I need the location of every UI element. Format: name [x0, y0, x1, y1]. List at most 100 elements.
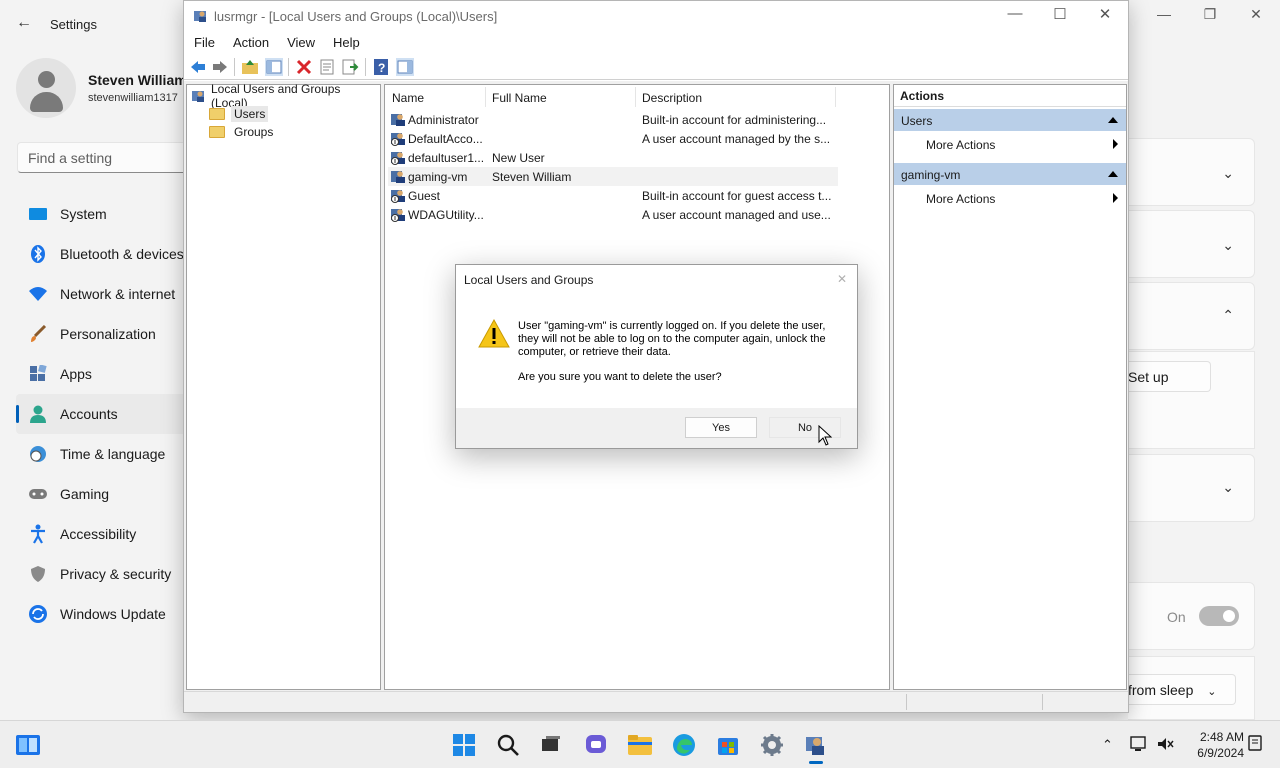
toggle-switch[interactable]	[1199, 606, 1239, 626]
settings-card[interactable]: ⌄	[1128, 210, 1255, 278]
properties-icon[interactable]	[318, 58, 336, 76]
actions-section-users[interactable]: Users	[894, 109, 1126, 131]
delete-user-dialog: Local Users and Groups ✕ User "gaming-vm…	[455, 264, 858, 449]
actions-section-gaming-vm[interactable]: gaming-vm	[894, 163, 1126, 185]
search-placeholder: Find a setting	[28, 150, 113, 166]
table-row[interactable]: DefaultAcco... A user account managed by…	[388, 129, 838, 148]
close-icon[interactable]: ✕	[1246, 6, 1266, 26]
collapse-up-icon[interactable]	[1108, 171, 1118, 177]
nav-item-bluetooth[interactable]: Bluetooth & devices	[16, 234, 186, 274]
clock[interactable]: 2:48 AM 6/9/2024	[1182, 729, 1244, 761]
maximize-icon[interactable]: ☐	[1045, 5, 1075, 27]
chevron-down-icon: ⌄	[1222, 165, 1234, 181]
more-actions-users[interactable]: More Actions	[894, 134, 1126, 154]
svg-text:?: ?	[378, 61, 385, 75]
table-row[interactable]: Administrator Built-in account for admin…	[388, 110, 838, 129]
user-disabled-icon	[391, 152, 405, 165]
table-row[interactable]: WDAGUtility... A user account managed an…	[388, 205, 838, 224]
table-row-selected[interactable]: gaming-vm Steven William	[388, 167, 838, 186]
chevron-up-icon: ⌃	[1222, 307, 1234, 323]
cell-description: Built-in account for administering...	[642, 113, 827, 127]
delete-icon[interactable]	[295, 58, 313, 76]
table-row[interactable]: defaultuser1... New User	[388, 148, 838, 167]
collapse-up-icon[interactable]	[1108, 117, 1118, 123]
close-icon[interactable]: ✕	[837, 272, 847, 286]
nav-item-apps[interactable]: Apps	[16, 354, 186, 394]
notification-icon[interactable]	[1248, 735, 1262, 753]
settings-card[interactable]: ⌄	[1128, 138, 1255, 206]
search-icon[interactable]	[492, 729, 524, 761]
table-row[interactable]: Guest Built-in account for guest access …	[388, 186, 838, 205]
more-actions-gaming-vm[interactable]: More Actions	[894, 188, 1126, 208]
nav-item-accounts[interactable]: Accounts	[16, 394, 186, 434]
back-arrow-icon[interactable]	[189, 58, 207, 76]
widgets-icon[interactable]	[12, 729, 44, 761]
nav-item-personalization[interactable]: Personalization	[16, 314, 186, 354]
nav-item-time-language[interactable]: Time & language	[16, 434, 186, 474]
store-icon[interactable]	[712, 729, 744, 761]
avatar[interactable]	[16, 58, 76, 118]
actions-section-label: gaming-vm	[901, 168, 961, 182]
dialog-title-bar[interactable]: Local Users and Groups ✕	[456, 265, 857, 295]
title-bar[interactable]: lusrmgr - [Local Users and Groups (Local…	[184, 1, 1128, 32]
yes-button[interactable]: Yes	[685, 417, 757, 438]
cell-full-name: New User	[492, 151, 545, 165]
nav-item-gaming[interactable]: Gaming	[16, 474, 186, 514]
actions-pane: Actions Users More Actions gaming-vm Mor…	[893, 84, 1127, 690]
nav-item-network[interactable]: Network & internet	[16, 274, 186, 314]
set-up-button[interactable]: Set up	[1128, 361, 1211, 392]
show-hide-action-pane-icon[interactable]	[396, 58, 414, 76]
nav-item-system[interactable]: System	[16, 194, 186, 234]
close-icon[interactable]: ✕	[1090, 5, 1120, 27]
column-header-name[interactable]: Name	[392, 91, 424, 105]
export-list-icon[interactable]	[341, 58, 359, 76]
settings-gear-icon[interactable]	[756, 729, 788, 761]
chevron-down-icon: ⌄	[1222, 479, 1234, 495]
accessibility-icon	[26, 524, 50, 544]
settings-card[interactable]: ⌄	[1128, 454, 1255, 522]
menu-file[interactable]: File	[184, 32, 215, 54]
nav-item-privacy[interactable]: Privacy & security	[16, 554, 186, 594]
chat-icon[interactable]	[580, 729, 612, 761]
cell-description: A user account managed by the s...	[642, 132, 831, 146]
more-actions-label: More Actions	[926, 192, 996, 206]
up-folder-icon[interactable]	[241, 58, 259, 76]
nav-item-accessibility[interactable]: Accessibility	[16, 514, 186, 554]
help-icon[interactable]: ?	[372, 58, 390, 76]
column-header-full-name[interactable]: Full Name	[492, 91, 547, 105]
start-icon[interactable]	[448, 729, 480, 761]
lusrmgr-taskbar-icon[interactable]	[800, 729, 832, 761]
file-explorer-icon[interactable]	[624, 729, 656, 761]
menu-action[interactable]: Action	[223, 32, 269, 54]
minimize-icon[interactable]: —	[1154, 6, 1174, 26]
cell-name: Administrator	[408, 113, 479, 127]
forward-arrow-icon[interactable]	[211, 58, 229, 76]
restore-icon[interactable]: ❐	[1200, 6, 1220, 26]
network-tray-icon[interactable]	[1130, 735, 1148, 753]
nav-item-windows-update[interactable]: Windows Update	[16, 594, 186, 634]
column-header-description[interactable]: Description	[642, 91, 702, 105]
show-hide-console-tree-icon[interactable]	[265, 58, 283, 76]
sleep-dropdown[interactable]: from sleep ⌄	[1128, 674, 1236, 705]
volume-muted-icon[interactable]	[1156, 735, 1174, 753]
sleep-dropdown-label: from sleep	[1128, 682, 1194, 698]
task-view-icon[interactable]	[535, 729, 567, 761]
cell-name: defaultuser1...	[408, 151, 485, 165]
tree-item-groups[interactable]: Groups	[209, 123, 276, 141]
search-input[interactable]: Find a setting	[17, 142, 187, 173]
minimize-icon[interactable]: —	[1000, 5, 1030, 27]
active-app-indicator	[809, 761, 823, 764]
mouse-cursor-icon	[818, 425, 832, 446]
back-arrow-icon[interactable]: ←	[16, 14, 32, 32]
nav-item-label: Gaming	[60, 486, 110, 502]
chevron-down-icon: ⌄	[1207, 686, 1217, 698]
menu-help[interactable]: Help	[323, 32, 360, 54]
dialog-message: User "gaming-vm" is currently logged on.…	[518, 320, 826, 358]
menu-view[interactable]: View	[277, 32, 315, 54]
tree-root[interactable]: Local Users and Groups (Local)	[191, 82, 380, 110]
tree-item-users[interactable]: Users	[209, 105, 269, 123]
nav-item-label: Personalization	[60, 326, 156, 342]
edge-icon[interactable]	[668, 729, 700, 761]
chevron-up-icon[interactable]: ⌃	[1102, 737, 1113, 753]
settings-card-expanded[interactable]: ⌃	[1128, 282, 1255, 350]
